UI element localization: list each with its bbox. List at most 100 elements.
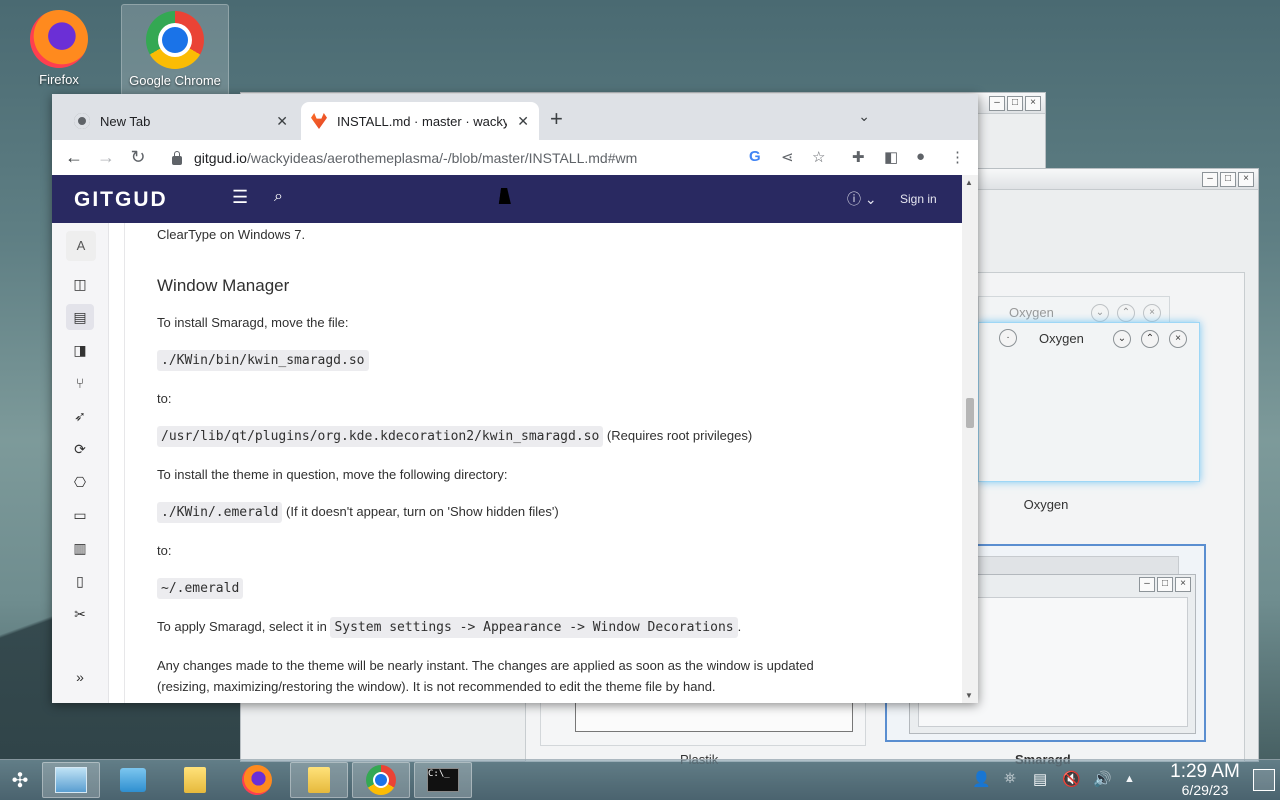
close-icon[interactable]: ✕ xyxy=(276,113,288,130)
audio-muted-icon[interactable]: 🔇 xyxy=(1062,770,1081,788)
chrome-favicon-icon xyxy=(74,113,90,129)
gitgud-logo[interactable]: GITGUD xyxy=(74,188,168,212)
project-sidebar: A ◫ ▤ ◨ ⑂ ➶ ⟳ ⎔ ▭ ▥ ▯ ✂ » xyxy=(52,223,109,703)
close-icon[interactable]: × xyxy=(1238,172,1254,187)
merge-requests-icon[interactable]: ⑂ xyxy=(66,370,94,396)
logo-text: GITGUD xyxy=(74,188,168,211)
digital-clock[interactable]: 1:29 AM 6/29/23 xyxy=(1150,761,1260,799)
kebab-menu-icon[interactable]: ⋮ xyxy=(950,148,965,166)
hamburger-menu-icon[interactable]: ☰ xyxy=(232,187,248,208)
firefox-icon xyxy=(30,10,88,68)
chrome-browser-window[interactable]: New Tab ✕ INSTALL.md · master · wackyide… xyxy=(52,94,978,703)
extensions-puzzle-icon[interactable]: ✚ xyxy=(852,148,865,166)
clock-time: 1:29 AM xyxy=(1170,761,1240,782)
close-icon: × xyxy=(1169,330,1187,348)
help-dropdown-icon[interactable]: ⓘ ⌄ xyxy=(847,189,877,209)
terminal-icon: C:\_ xyxy=(427,768,459,792)
ci-cd-rocket-icon[interactable]: ➶ xyxy=(66,403,94,429)
tray-expand-icon[interactable]: ▲ xyxy=(1124,773,1135,785)
address-bar[interactable]: gitgud.io/wackyideas/aerothemeplasma/-/b… xyxy=(172,146,792,170)
analytics-chart-icon[interactable]: ▥ xyxy=(66,535,94,561)
tab-new-tab[interactable]: New Tab ✕ xyxy=(60,102,298,140)
folder-icon xyxy=(184,767,206,793)
scroll-up-icon[interactable]: ▲ xyxy=(965,178,973,187)
wiki-book-icon[interactable]: ▯ xyxy=(66,568,94,594)
monitor-icon[interactable]: ▭ xyxy=(66,502,94,528)
sign-in-link[interactable]: Sign in xyxy=(900,192,937,206)
close-icon[interactable]: ✕ xyxy=(517,113,529,130)
bookmark-star-icon[interactable]: ☆ xyxy=(812,148,825,166)
side-panel-icon[interactable]: ◧ xyxy=(884,148,898,166)
preview-title: Oxygen xyxy=(1039,330,1084,346)
packages-icon[interactable]: ⎔ xyxy=(66,469,94,495)
tab-title: INSTALL.md · master · wackyideas / aerot… xyxy=(337,113,507,129)
readme-content: ClearType on Windows 7. Window Manager T… xyxy=(124,223,947,703)
search-icon[interactable]: ⌕ xyxy=(274,188,283,206)
snippets-scissors-icon[interactable]: ✂ xyxy=(66,601,94,627)
share-icon[interactable]: ⋖ xyxy=(781,148,794,166)
application-launcher[interactable]: ✣ xyxy=(2,762,38,798)
volume-icon[interactable]: 🔊 xyxy=(1093,770,1112,788)
taskbar-item-system-settings[interactable] xyxy=(42,762,100,798)
scroll-down-icon[interactable]: ▼ xyxy=(965,691,973,700)
tab-search-chevron-icon[interactable]: ⌄ xyxy=(858,108,870,125)
minimize-icon: – xyxy=(1139,577,1155,592)
taskbar-item-dolphin[interactable] xyxy=(290,762,348,798)
paragraph: To install the theme in question, move t… xyxy=(157,467,508,482)
minimize-icon[interactable]: – xyxy=(1202,172,1218,187)
maximize-icon: □ xyxy=(1157,577,1173,592)
google-lens-icon[interactable]: G xyxy=(749,148,761,165)
gitlab-favicon-icon xyxy=(311,113,327,129)
maximize-icon[interactable]: □ xyxy=(1220,172,1236,187)
close-icon[interactable]: × xyxy=(1025,96,1041,111)
tab-install-md[interactable]: INSTALL.md · master · wackyideas / aerot… xyxy=(301,102,539,140)
taskbar-item-chrome[interactable] xyxy=(352,762,410,798)
system-settings-icon xyxy=(55,767,87,793)
paragraph: (resizing, maximizing/restoring the wind… xyxy=(157,679,716,694)
lock-icon[interactable] xyxy=(172,150,182,165)
close-icon: × xyxy=(1143,304,1161,322)
page-scrollbar[interactable]: ▲ ▼ xyxy=(962,175,978,703)
paragraph: Any changes made to the theme will be ne… xyxy=(157,658,814,673)
folder-icon xyxy=(308,767,330,793)
paragraph: To install Smaragd, move the file: xyxy=(157,315,349,330)
scrollbar-thumb[interactable] xyxy=(966,398,974,428)
project-avatar[interactable]: A xyxy=(66,231,96,261)
code-line: /usr/lib/qt/plugins/org.kde.kdecoration2… xyxy=(157,425,752,447)
forward-arrow-icon[interactable]: → xyxy=(90,147,122,168)
expand-sidebar-icon[interactable]: » xyxy=(66,664,94,690)
mouse-cursor xyxy=(498,188,514,204)
browser-toolbar: ← → ↻ gitgud.io/wackyideas/aerothemeplas… xyxy=(52,140,978,176)
tab-title: New Tab xyxy=(100,113,151,129)
maximize-icon[interactable]: □ xyxy=(1007,96,1023,111)
user-icon[interactable]: 👤 xyxy=(972,770,991,788)
paragraph: to: xyxy=(157,391,172,406)
new-tab-plus-icon[interactable]: + xyxy=(550,106,563,132)
deployments-icon[interactable]: ⟳ xyxy=(66,436,94,462)
inline-code: ./KWin/bin/kwin_smaragd.so xyxy=(157,350,369,371)
inline-code: System settings -> Appearance -> Window … xyxy=(330,617,738,638)
issues-icon[interactable]: ◨ xyxy=(66,337,94,363)
taskbar-item-discover[interactable] xyxy=(104,762,162,798)
inline-code: ./KWin/.emerald xyxy=(157,502,283,523)
taskbar-item-terminal[interactable]: C:\_ xyxy=(414,762,472,798)
minimize-icon[interactable]: – xyxy=(989,96,1005,111)
oxygen-preview-front[interactable]: · Oxygen ⌄ ⌃ × xyxy=(978,322,1200,482)
network-icon[interactable]: ⛯ xyxy=(1004,770,1016,787)
chevron-up-icon: ⌃ xyxy=(1141,330,1159,348)
repository-file-icon[interactable]: ▤ xyxy=(66,304,94,330)
window-titlebar[interactable]: – □ × xyxy=(978,169,1258,190)
project-overview-icon[interactable]: ◫ xyxy=(66,271,94,297)
clipboard-icon[interactable]: ▤ xyxy=(1033,770,1047,788)
back-arrow-icon[interactable]: ← xyxy=(58,147,90,168)
taskbar-item-firefox[interactable] xyxy=(228,762,286,798)
desktop-icon-google-chrome[interactable]: Google Chrome xyxy=(121,4,229,96)
desktop-icon-firefox[interactable]: Firefox xyxy=(6,4,112,94)
show-desktop-button[interactable] xyxy=(1253,769,1275,791)
paragraph: To apply Smaragd, select it in System se… xyxy=(157,616,741,638)
profile-avatar-icon[interactable]: ● xyxy=(916,148,925,165)
taskbar-item-file-manager[interactable] xyxy=(166,762,224,798)
discover-store-icon xyxy=(120,768,146,792)
chrome-icon xyxy=(146,11,204,69)
reload-icon[interactable]: ↻ xyxy=(122,147,154,168)
